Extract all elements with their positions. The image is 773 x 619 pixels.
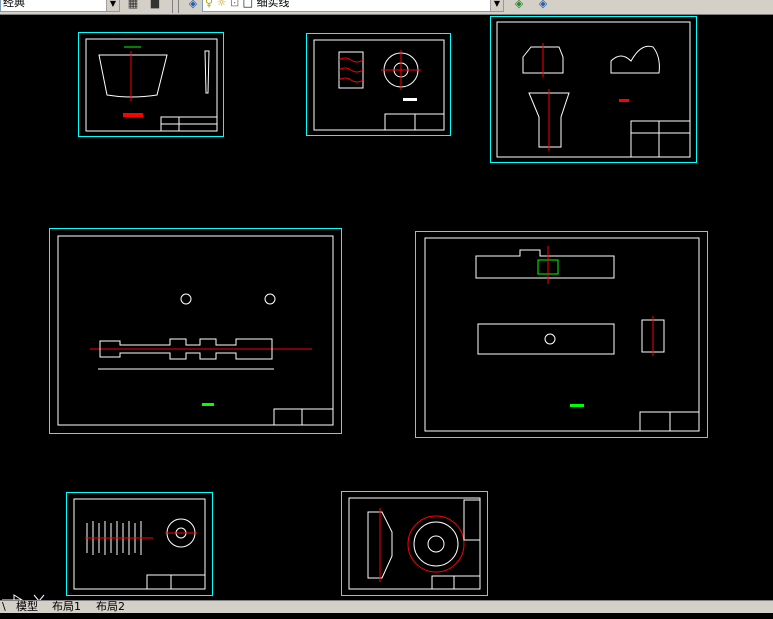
chevron-down-icon[interactable]: ▼ <box>490 0 503 11</box>
table-style-icon[interactable]: ▦ <box>126 0 140 11</box>
tab-layout1[interactable]: 布局1 <box>52 600 81 613</box>
layer-manager-icon[interactable]: ◈ <box>536 0 550 11</box>
color-square-icon: □ <box>242 0 254 9</box>
model-space-viewport[interactable] <box>0 15 773 608</box>
sheet-4-graphics <box>57 235 334 426</box>
sheet-2-graphics <box>313 39 445 131</box>
sheet-6-graphics <box>73 498 206 590</box>
layer-combo[interactable]: ♀ ☼ ⊡ □ 细实线 ▼ <box>202 0 504 12</box>
lock-icon[interactable]: ⊡ <box>230 0 239 9</box>
layer-name: 细实线 <box>256 0 290 9</box>
drawing-sheet-7[interactable] <box>341 491 488 596</box>
text-style-value: 经典 <box>3 0 25 9</box>
text-style-combo[interactable]: 经典 ▼ <box>0 0 120 12</box>
sheet-7-graphics <box>348 497 481 590</box>
layout-tabs: \ 模型 布局1 布局2 <box>0 600 773 613</box>
multileader-icon[interactable]: ■ <box>148 0 162 11</box>
drawing-sheet-4[interactable] <box>49 228 342 434</box>
drawing-sheet-2[interactable] <box>306 33 451 136</box>
toolbar-separator <box>178 0 179 13</box>
drawing-sheet-5[interactable] <box>415 231 708 438</box>
sheet-5-graphics <box>424 237 700 432</box>
layer-icon[interactable]: ◈ <box>186 0 200 11</box>
sheet-1-graphics <box>85 38 218 132</box>
tab-model[interactable]: 模型 <box>16 600 38 613</box>
top-toolbar: 经典 ▼ ▦ ■ ◈ ♀ ☼ ⊡ □ 细实线 ▼ ◈ ◈ <box>0 0 773 15</box>
tab-nav-arrows[interactable]: \ <box>2 600 6 613</box>
layer-previous-icon[interactable]: ◈ <box>512 0 526 11</box>
drawing-sheet-6[interactable] <box>66 492 213 596</box>
drawing-sheet-1[interactable] <box>78 32 224 137</box>
sun-icon[interactable]: ☼ <box>217 0 227 9</box>
drawing-sheet-3[interactable] <box>490 16 697 163</box>
toolbar-separator <box>172 0 173 13</box>
sheet-3-graphics <box>496 21 691 158</box>
chevron-down-icon[interactable]: ▼ <box>106 0 119 11</box>
tab-layout2[interactable]: 布局2 <box>96 600 125 613</box>
lightbulb-icon[interactable]: ♀ <box>205 0 213 9</box>
